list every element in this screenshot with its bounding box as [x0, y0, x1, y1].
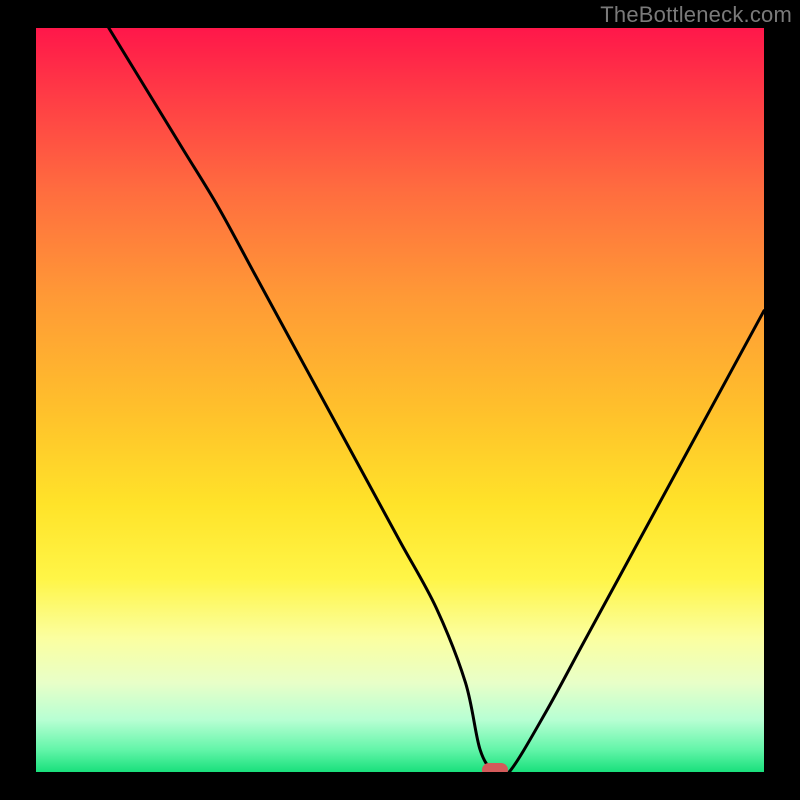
plot-area — [36, 28, 764, 772]
optimal-point-marker — [482, 763, 508, 772]
bottleneck-curve — [36, 28, 764, 772]
chart-frame: TheBottleneck.com — [0, 0, 800, 800]
watermark-text: TheBottleneck.com — [600, 2, 792, 28]
